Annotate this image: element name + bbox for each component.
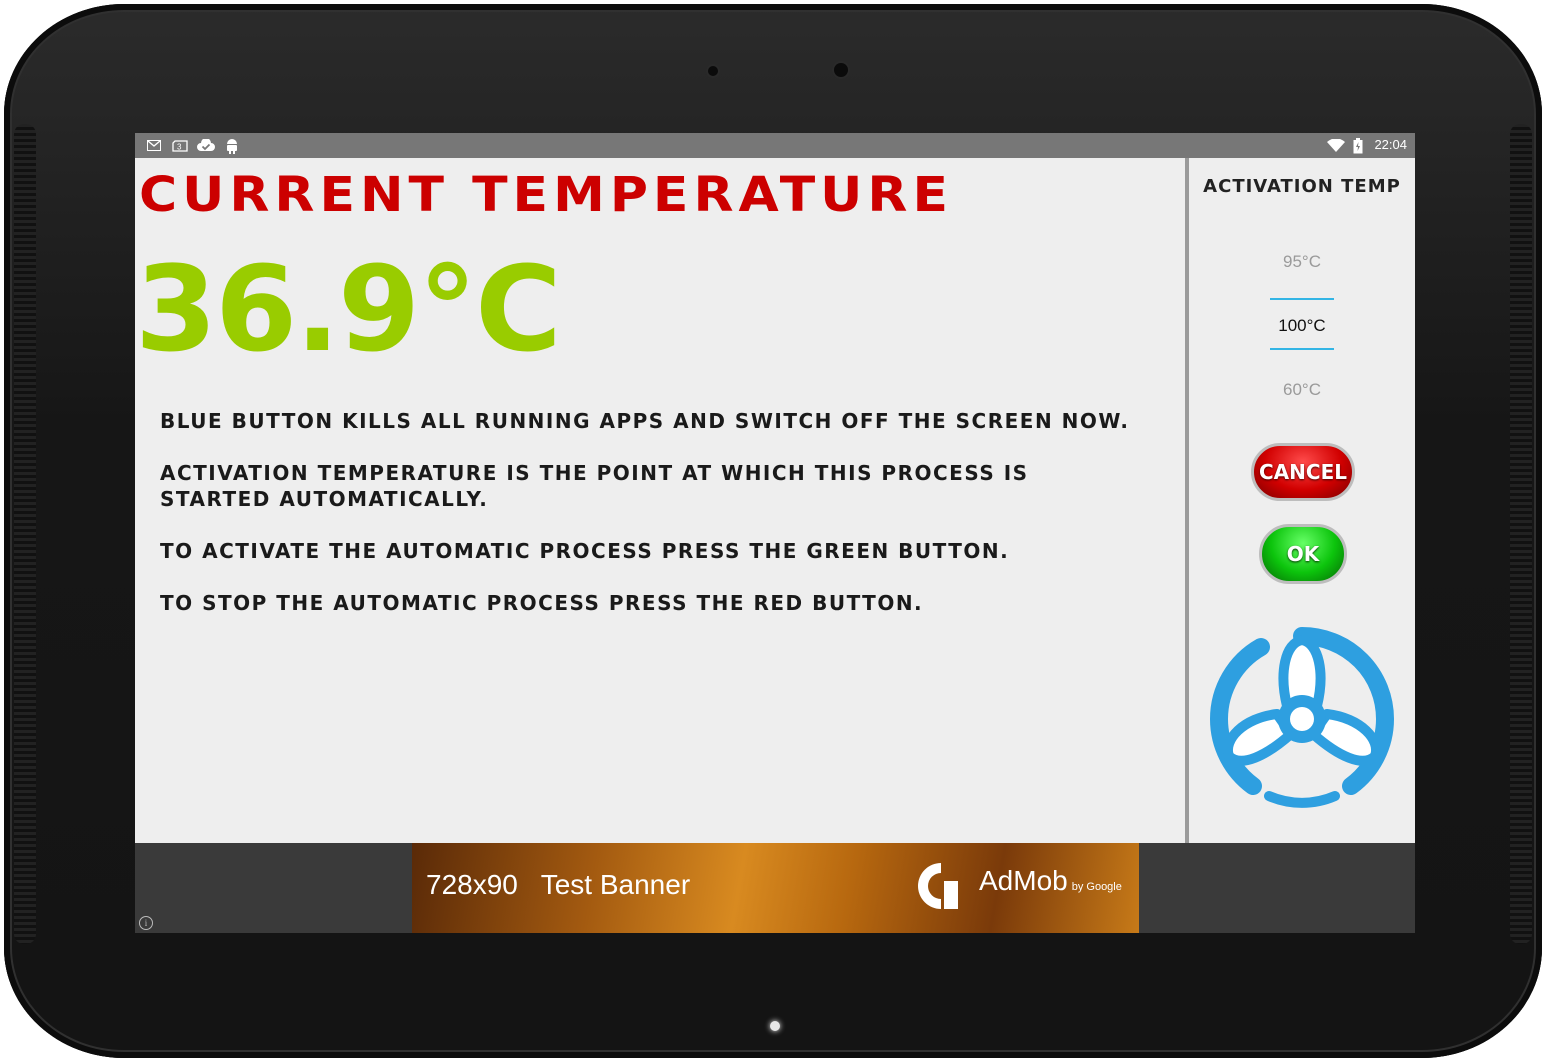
instruction-green-button: To activate the automatic process press … — [160, 539, 1010, 563]
battery-icon — [1353, 137, 1363, 154]
sensor-icon — [708, 66, 718, 76]
current-temperature-value: 36.9°C — [135, 240, 562, 378]
status-time: 22:04 — [1374, 137, 1407, 152]
wifi-icon — [1327, 137, 1345, 154]
ok-button[interactable]: OK — [1259, 524, 1347, 584]
activation-temp-title: Activation Temp — [1203, 176, 1401, 197]
cancel-button[interactable]: Cancel — [1251, 443, 1355, 501]
ad-info-icon[interactable]: i — [139, 916, 153, 930]
ad-size-text: 728x90 — [426, 869, 518, 900]
ad-bar: 728x90 Test Banner AdMob by Google i — [135, 843, 1415, 933]
picker-option-above[interactable]: 95°C — [1189, 252, 1415, 272]
picker-divider-top — [1270, 298, 1334, 300]
ad-label: Test Banner — [540, 869, 691, 900]
gmail-icon — [147, 137, 161, 154]
picker-option-below[interactable]: 60°C — [1189, 380, 1415, 400]
notification-led — [770, 1021, 780, 1031]
picker-option-selected[interactable]: 100°C — [1189, 316, 1415, 336]
ad-brand-name: AdMob — [979, 865, 1068, 896]
admob-logo-icon — [918, 863, 958, 909]
front-camera-icon — [834, 63, 848, 77]
ad-banner-text: 728x90 Test Banner — [426, 869, 690, 901]
instruction-activation-temp: Activation temperature is the point at w… — [160, 461, 1029, 511]
svg-text:3: 3 — [177, 142, 182, 151]
page-title: Current Temperature — [139, 168, 953, 224]
sd-card-icon: 3 — [172, 137, 188, 154]
kill-apps-fan-button[interactable] — [1201, 618, 1403, 820]
android-debug-icon — [225, 137, 239, 154]
check-cloud-icon — [197, 137, 215, 154]
status-bar: 3 22:04 — [135, 133, 1415, 158]
right-speaker-grille — [1510, 124, 1532, 944]
activation-panel: Activation Temp 95°C 100°C 60°C Cancel O… — [1189, 158, 1415, 843]
instructions: Blue button kills all running apps and s… — [160, 408, 1140, 642]
instruction-blue-button: Blue button kills all running apps and s… — [160, 409, 1130, 433]
instruction-red-button: To stop the automatic process press the … — [160, 591, 924, 615]
ad-banner[interactable]: 728x90 Test Banner AdMob by Google — [412, 843, 1139, 933]
picker-divider-bottom — [1270, 348, 1334, 350]
fan-icon — [1209, 627, 1395, 808]
device-screen: 3 22:04 Current Temperature 36.9°C Blue … — [135, 133, 1415, 933]
main-panel: Current Temperature 36.9°C Blue button k… — [135, 158, 1183, 843]
left-speaker-grille — [14, 124, 36, 944]
ad-brand: AdMob by Google — [979, 865, 1122, 897]
ad-brand-by: by Google — [1071, 881, 1122, 893]
